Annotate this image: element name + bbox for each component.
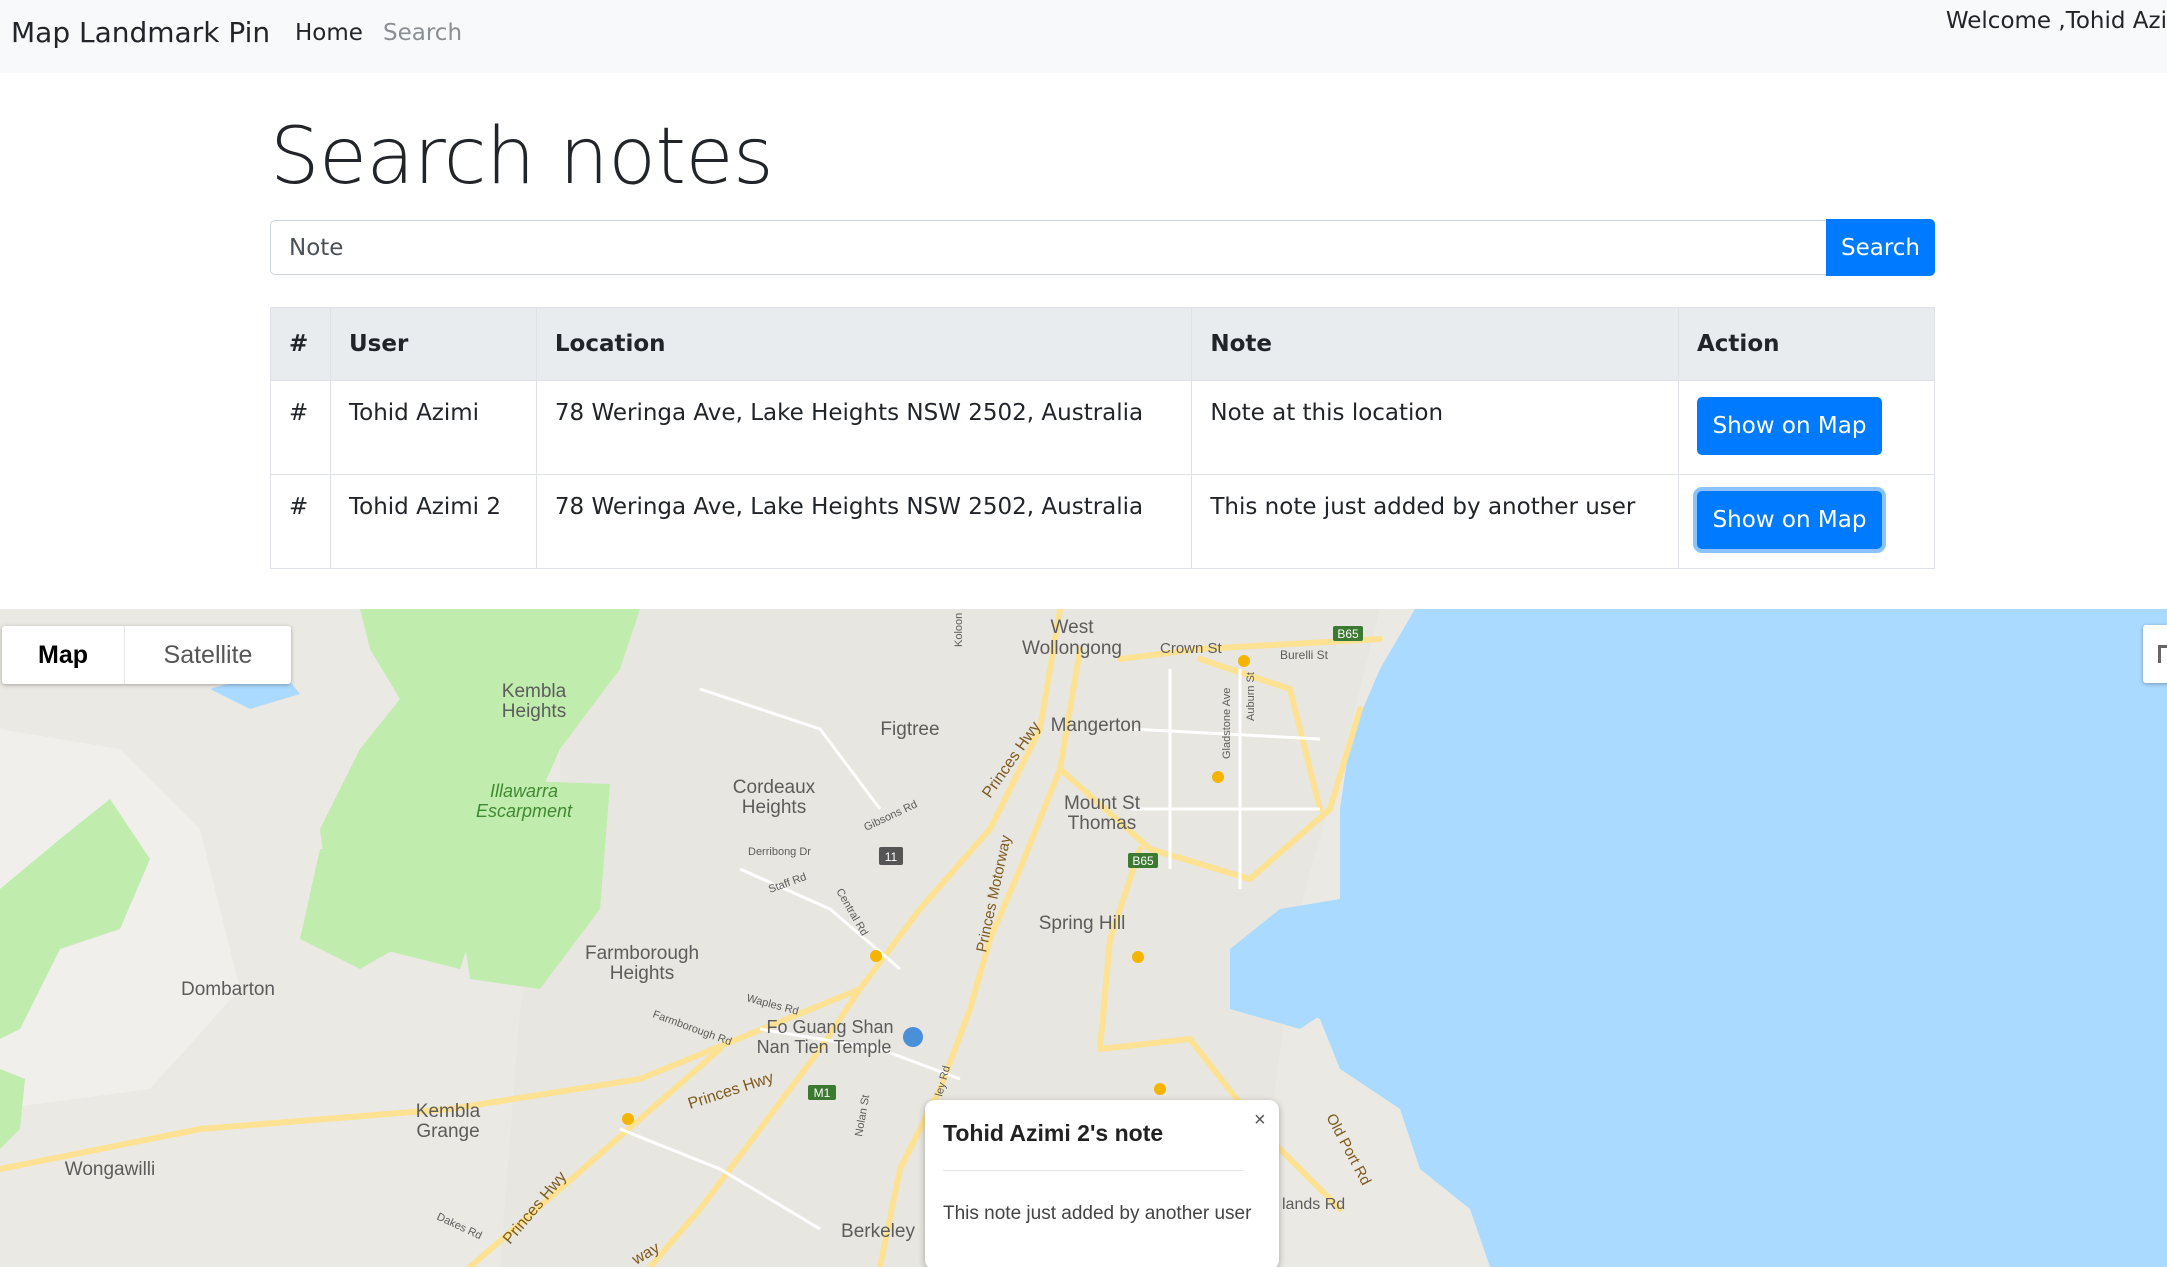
label-heights: Heights — [502, 701, 566, 722]
label-burelli-st: Burelli St — [1280, 648, 1329, 662]
notes-table: # User Location Note Action # Tohid Azim… — [270, 307, 1935, 569]
label-dombarton: Dombarton — [181, 979, 275, 1000]
label-west: West — [1051, 617, 1095, 638]
navbar-brand[interactable]: Map Landmark Pin — [11, 16, 270, 49]
label-cordeaux: Cordeaux — [733, 777, 816, 798]
header-number: # — [270, 307, 331, 381]
cell-number: # — [270, 474, 331, 569]
label-figtree: Figtree — [880, 719, 939, 740]
label-wongawilli: Wongawilli — [65, 1159, 155, 1180]
page-title: Search notes — [270, 112, 774, 202]
header-location: Location — [535, 307, 1193, 381]
info-window-title: Tohid Azimi 2's note — [943, 1120, 1164, 1146]
label-illawarra: Illawarra — [490, 781, 558, 801]
map-type-control: Map Satellite — [2, 626, 291, 684]
header-user: User — [329, 307, 537, 381]
temple-icon[interactable] — [903, 1027, 923, 1047]
label-koloon: Koloon — [953, 613, 965, 647]
label-thomas: Thomas — [1068, 813, 1137, 834]
label-b65-mid: B65 — [1132, 854, 1154, 868]
cell-user: Tohid Azimi 2 — [329, 474, 537, 569]
label-wollongong: Wollongong — [1022, 638, 1122, 659]
label-lands-rd: lands Rd — [1282, 1196, 1345, 1213]
label-cordeaux-heights: Heights — [742, 797, 806, 818]
label-kembla: Kembla — [502, 681, 567, 702]
header-note: Note — [1191, 307, 1679, 381]
label-grange: Grange — [416, 1121, 479, 1142]
info-window-body: This note just added by another user — [943, 1203, 1252, 1224]
label-spring-hill: Spring Hill — [1039, 913, 1126, 934]
label-mangerton: Mangerton — [1051, 715, 1142, 736]
table-row: # Tohid Azimi 2 78 Weringa Ave, Lake Hei… — [270, 474, 1935, 569]
label-farmborough-heights: Heights — [610, 963, 674, 984]
table-row: # Tohid Azimi 78 Weringa Ave, Lake Heigh… — [270, 380, 1935, 475]
label-crown-st: Crown St — [1160, 640, 1223, 657]
search-button[interactable]: Search — [1826, 219, 1935, 276]
navbar: Map Landmark Pin Home Search Welcome ,To… — [0, 0, 2167, 73]
search-input[interactable] — [270, 220, 1827, 275]
label-berkeley: Berkeley — [841, 1221, 915, 1242]
map-type-map-button[interactable]: Map — [2, 626, 125, 684]
fullscreen-icon — [2158, 645, 2167, 663]
label-nan-tien-temple: Nan Tien Temple — [757, 1037, 892, 1057]
header-action: Action — [1678, 307, 1935, 381]
show-on-map-button[interactable]: Show on Map — [1697, 397, 1882, 455]
label-mount-st: Mount St — [1064, 793, 1141, 814]
cell-number: # — [270, 380, 331, 475]
label-kembla-grange: Kembla — [416, 1101, 481, 1122]
map-view[interactable]: West Wollongong Crown St Burelli St B65 … — [0, 609, 2167, 1267]
cell-location: 78 Weringa Ave, Lake Heights NSW 2502, A… — [535, 380, 1193, 475]
cell-note: This note just added by another user — [1191, 474, 1679, 569]
nav-link-home[interactable]: Home — [295, 20, 363, 46]
show-on-map-button[interactable]: Show on Map — [1697, 491, 1882, 549]
label-fo-guang-shan: Fo Guang Shan — [766, 1017, 893, 1037]
cell-location: 78 Weringa Ave, Lake Heights NSW 2502, A… — [535, 474, 1193, 569]
label-route-11: 11 — [885, 850, 898, 864]
nav-link-search[interactable]: Search — [383, 20, 462, 46]
label-escarpment: Escarpment — [476, 801, 573, 821]
info-window-divider — [943, 1170, 1243, 1171]
label-m1: M1 — [814, 1086, 831, 1100]
cell-user: Tohid Azimi — [329, 380, 537, 475]
welcome-text: Welcome ,Tohid Azi — [1945, 8, 2167, 34]
cell-note: Note at this location — [1191, 380, 1679, 475]
label-gladstone-ave: Gladstone Ave — [1221, 688, 1233, 759]
fullscreen-button[interactable] — [2143, 625, 2167, 683]
map-type-satellite-button[interactable]: Satellite — [125, 626, 291, 684]
cell-action: Show on Map — [1678, 380, 1935, 475]
label-b65-top: B65 — [1337, 627, 1359, 641]
label-auburn-st: Auburn St — [1245, 672, 1257, 721]
table-header-row: # User Location Note Action — [270, 307, 1935, 381]
info-window: Tohid Azimi 2's note × This note just ad… — [925, 1100, 1279, 1267]
cell-action: Show on Map — [1678, 474, 1935, 569]
label-farmborough: Farmborough — [585, 943, 699, 964]
label-derribong-dr: Derribong Dr — [748, 846, 811, 858]
close-icon[interactable]: × — [1254, 1109, 1266, 1132]
